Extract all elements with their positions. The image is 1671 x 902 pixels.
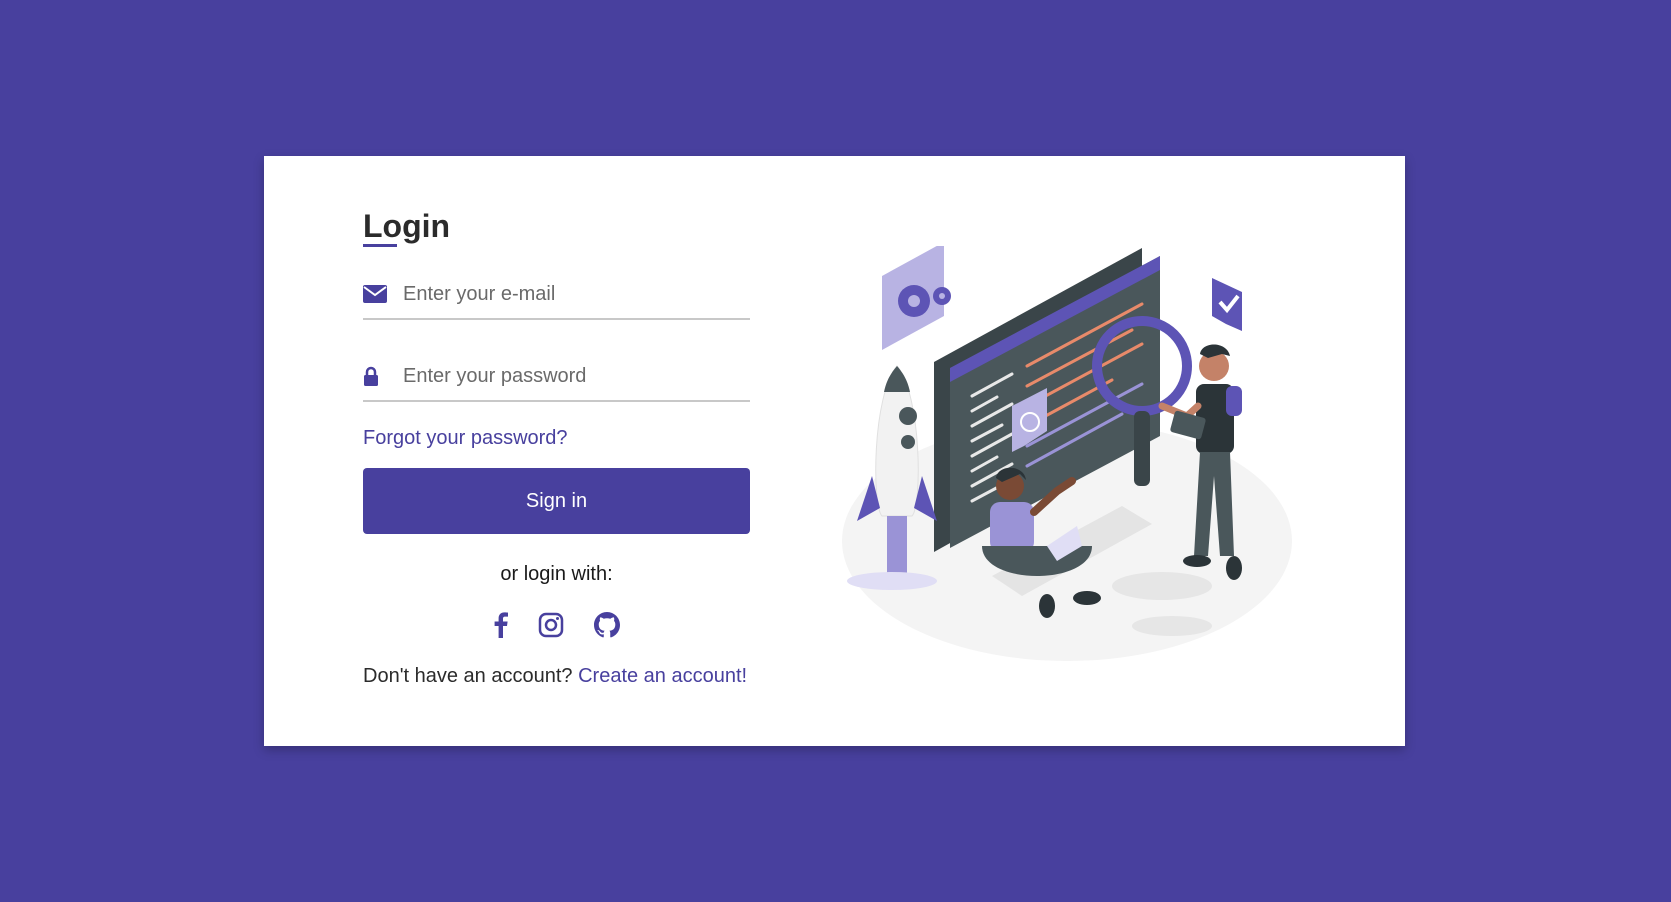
title-text: Login xyxy=(363,208,451,244)
sign-in-button[interactable]: Sign in xyxy=(363,468,750,534)
github-icon[interactable] xyxy=(593,612,620,638)
lock-icon xyxy=(363,364,387,388)
email-input[interactable] xyxy=(403,279,750,309)
page-title: Login xyxy=(363,206,750,250)
title-underline xyxy=(363,244,397,247)
login-card: Login Forgot your password? Sign i xyxy=(264,156,1405,746)
password-field-row xyxy=(363,352,750,402)
email-field-row xyxy=(363,270,750,320)
or-login-with-label: or login with: xyxy=(500,563,613,585)
forgot-password-link[interactable]: Forgot your password? xyxy=(363,426,750,450)
instagram-icon[interactable] xyxy=(538,612,564,638)
facebook-icon[interactable] xyxy=(494,612,508,638)
password-input[interactable] xyxy=(403,361,750,391)
login-form: Login Forgot your password? Sign i xyxy=(363,206,750,688)
login-illustration xyxy=(842,242,1302,666)
signup-row: Don't have an account? Create an account… xyxy=(363,664,750,688)
envelope-icon xyxy=(363,282,387,306)
signup-prompt: Don't have an account? xyxy=(363,665,573,687)
create-account-link[interactable]: Create an account! xyxy=(578,665,747,687)
social-login-row xyxy=(363,610,750,640)
